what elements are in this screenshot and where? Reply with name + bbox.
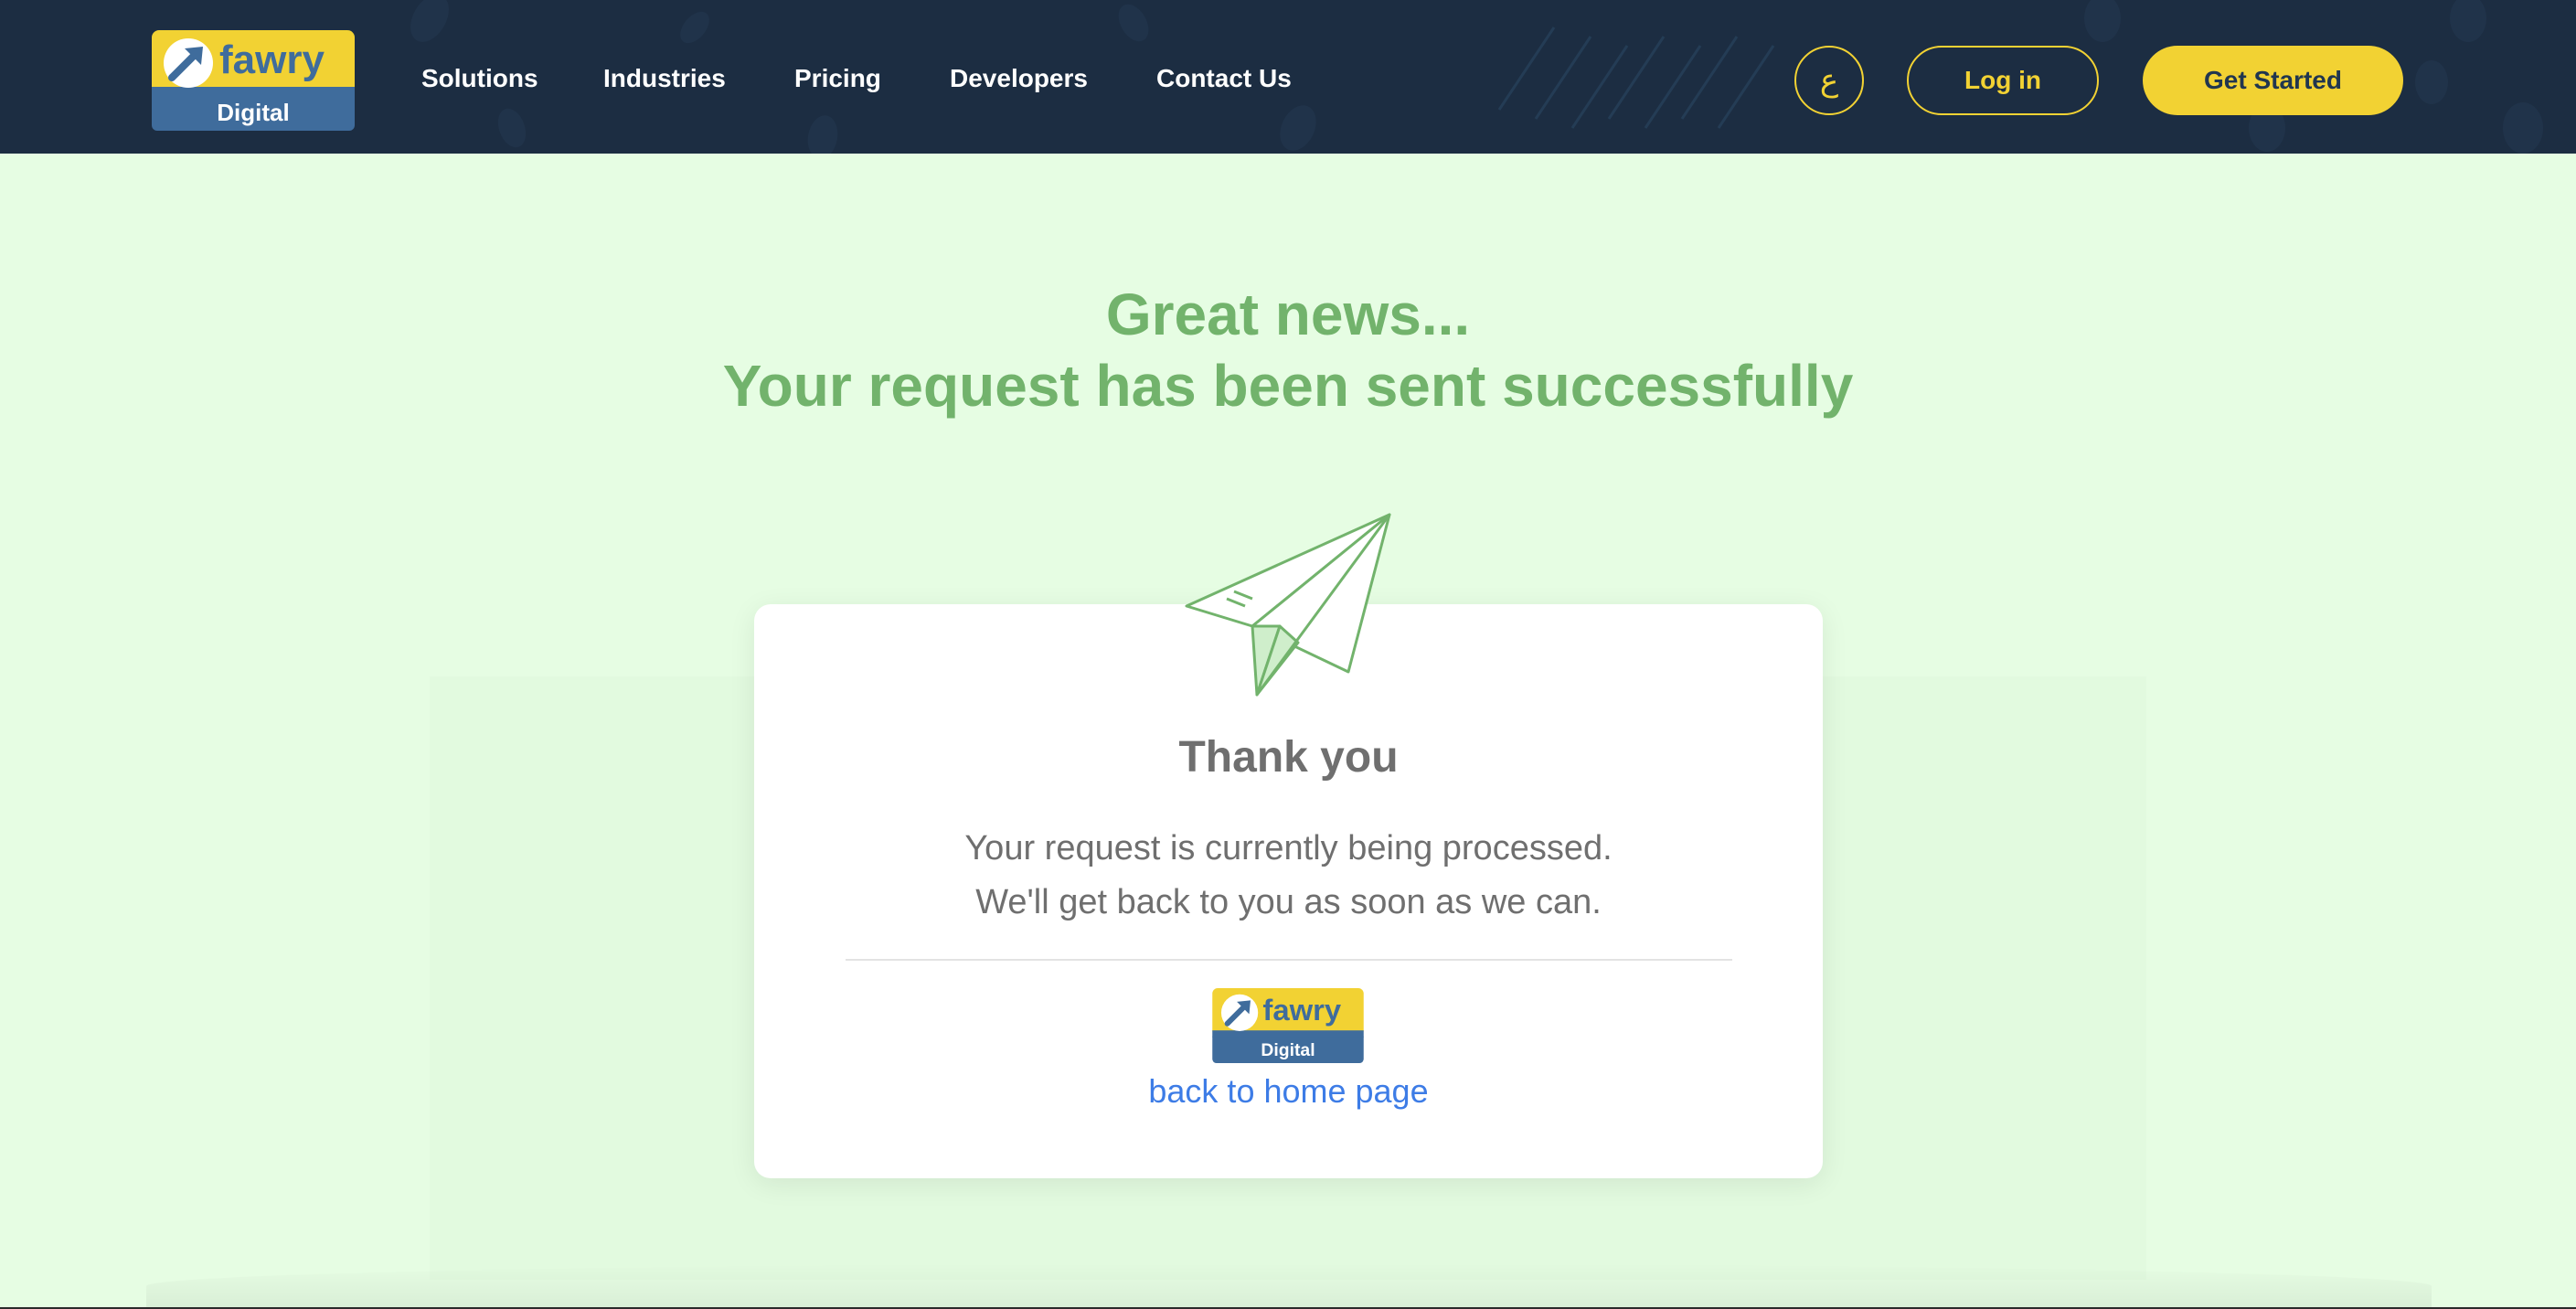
login-button[interactable]: Log in	[1907, 46, 2099, 115]
language-toggle-button[interactable]: ع	[1794, 46, 1864, 115]
nav-developers[interactable]: Developers	[950, 64, 1088, 93]
fawry-digital-logo[interactable]: fawry Digital	[152, 30, 355, 135]
svg-text:Digital: Digital	[217, 99, 289, 126]
nav-industries[interactable]: Industries	[603, 64, 726, 93]
fawry-logo-icon: fawry Digital	[1212, 988, 1364, 1063]
paper-plane-icon	[1185, 513, 1391, 697]
success-headline-line1: Great news...	[1105, 282, 1471, 347]
nav-solutions[interactable]: Solutions	[421, 64, 538, 93]
back-to-home-link[interactable]: back to home page	[754, 1072, 1823, 1111]
card-fawry-logo: fawry Digital	[1212, 988, 1364, 1068]
nav-pricing[interactable]: Pricing	[794, 64, 881, 93]
footer-shadow	[146, 1263, 2432, 1309]
card-divider	[846, 959, 1732, 961]
success-headline-line2: Your request has been sent successfully	[722, 353, 1854, 419]
card-message-line2: We'll get back to you as soon as we can.	[975, 883, 1602, 921]
svg-text:Digital: Digital	[1261, 1040, 1315, 1060]
get-started-button[interactable]: Get Started	[2143, 46, 2403, 115]
card-title: Thank you	[1178, 733, 1399, 782]
card-message-line1: Your request is currently being processe…	[964, 829, 1613, 867]
svg-text:fawry: fawry	[219, 37, 325, 82]
top-navigation-bar: fawry Digital Solutions Industries Prici…	[0, 0, 2576, 154]
fawry-logo-icon: fawry Digital	[152, 30, 355, 131]
nav-contact-us[interactable]: Contact Us	[1156, 64, 1292, 93]
svg-text:fawry: fawry	[1262, 993, 1341, 1027]
